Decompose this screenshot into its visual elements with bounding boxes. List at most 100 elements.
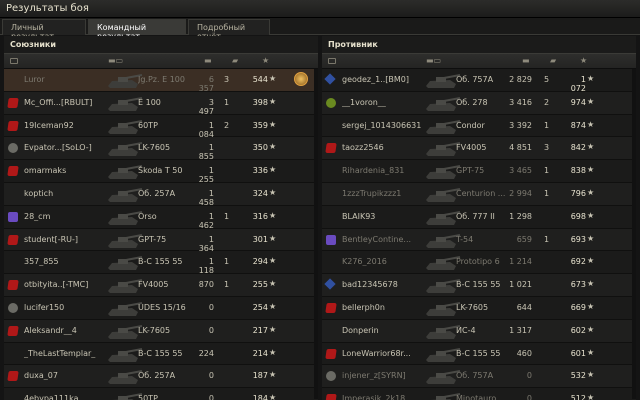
player-row[interactable]: BentleyContine... T-54 659 1 693 ★: [322, 228, 636, 252]
player-name: _TheLastTemplar_: [24, 348, 96, 358]
xp-star-icon: ★: [269, 279, 277, 289]
kills-column-icon[interactable]: ▰: [550, 56, 556, 65]
damage-column-icon[interactable]: ▬: [522, 56, 530, 65]
kills-value: 1: [544, 234, 550, 244]
squad-icon[interactable]: [10, 58, 18, 64]
damage-value: 0: [208, 371, 214, 381]
player-row[interactable]: bellerph0n LK-7605 644 669 ★: [322, 297, 636, 320]
player-row[interactable]: otbityita..[-TMC] FV4005 870 1 255 ★: [4, 274, 318, 297]
player-row[interactable]: Donperin ИС-4 1 317 602 ★: [322, 319, 636, 343]
player-name: 1zzzTrupikzzz1: [342, 188, 402, 198]
player-row[interactable]: sergej_1014306631 Condor 3 392 1 874 ★: [322, 115, 636, 138]
damage-value: 224: [198, 348, 214, 358]
clan-badge-icon: [8, 143, 18, 154]
damage-value: 1 317: [509, 325, 532, 335]
damage-value: 1 084: [198, 120, 214, 139]
player-row[interactable]: duxa_07 Об. 257А 0 187 ★: [4, 365, 318, 389]
xp-value: 842: [570, 143, 586, 153]
player-row[interactable]: BLAIK93 Об. 777 II 1 298 698 ★: [322, 206, 636, 229]
xp-star-icon: ★: [587, 119, 595, 129]
xp-star-icon: ★: [269, 324, 277, 334]
tank-name: E 100: [138, 97, 161, 107]
player-row[interactable]: koptich Об. 257А 1 458 324 ★: [4, 182, 318, 207]
tab-personal[interactable]: Личный результат: [2, 19, 86, 41]
player-row[interactable]: 4ebypa111ka 50TP 0 184 ★: [4, 388, 318, 400]
player-row[interactable]: Evpator...[SoLO-] LK-7605 1 855 350 ★: [4, 137, 318, 161]
tank-name: LK-7605: [138, 143, 171, 153]
enemies-column-header: ▬▭ ▬ ▰ ★: [322, 53, 636, 69]
xp-star-icon: ★: [269, 370, 277, 380]
enemies-scrollbar[interactable]: [632, 69, 636, 399]
player-row[interactable]: _TheLastTemplar_ B-C 155 55 224 214 ★: [4, 343, 318, 366]
clan-badge-icon: [325, 143, 337, 154]
player-row[interactable]: student[-RU-] GPT-75 1 364 301 ★: [4, 228, 318, 253]
xp-column-icon[interactable]: ★: [580, 56, 587, 65]
player-name: __1voron__: [342, 97, 386, 107]
player-row[interactable]: Imperasik_2k18 Minotauro 0 512 ★: [322, 388, 636, 400]
tank-name: Orso: [138, 211, 157, 221]
kills-value: 1: [224, 257, 230, 267]
kills-value: 1: [544, 120, 550, 130]
xp-star-icon: ★: [587, 347, 595, 357]
squad-icon[interactable]: [328, 58, 336, 64]
damage-value: 1 364: [198, 234, 214, 253]
xp-star-icon: ★: [587, 96, 595, 106]
player-row[interactable]: bad12345678 B-C 155 55 1 021 673 ★: [322, 274, 636, 297]
damage-value: 1 255: [198, 166, 214, 185]
player-row[interactable]: K276_2016 Prototipo 61 214 692 ★: [322, 251, 636, 275]
allies-scrollbar[interactable]: [314, 69, 318, 399]
player-row[interactable]: Mc_Offi...[RBULT] E 100 3 497 1 398 ★: [4, 91, 318, 116]
player-name: 28_cm: [24, 211, 51, 221]
kills-value: 3: [224, 75, 230, 84]
player-row[interactable]: 1zzzTrupikzzz1 Centurion ... 2 994 1 796 ★: [322, 182, 636, 206]
tank-column-icon[interactable]: ▬▭: [108, 56, 123, 65]
xp-value: 673: [570, 280, 586, 290]
player-name: Donperin: [342, 325, 379, 335]
tank-name: B-C 155 55: [138, 348, 183, 358]
clan-badge-icon: [7, 371, 19, 382]
xp-value: 874: [570, 120, 586, 130]
kills-value: 3: [544, 143, 550, 153]
clan-badge-icon: [7, 234, 19, 245]
player-row[interactable]: omarmaks Škoda T 50 1 255 336 ★: [4, 160, 318, 185]
clan-badge-icon: [7, 325, 19, 336]
xp-value: 692: [570, 257, 586, 267]
damage-column-icon[interactable]: ▬: [204, 56, 212, 65]
player-row[interactable]: lucifer150 UDES 15/16 0 254 ★: [4, 297, 318, 320]
damage-value: 3 465: [509, 166, 532, 176]
xp-value: 350: [252, 143, 268, 153]
medal-icon[interactable]: [294, 72, 308, 86]
player-row[interactable]: taozz2546 FV4005 4 851 3 842 ★: [322, 137, 636, 161]
player-row[interactable]: injener_z[SYRN] Об. 757А 0 532 ★: [322, 365, 636, 389]
player-row[interactable]: 19Iceman92 60TP 1 084 2 359 ★: [4, 115, 318, 139]
player-row[interactable]: Luror Jg.Pz. E 100 6 357 3 544 ★: [4, 69, 318, 93]
xp-value: 398: [252, 97, 268, 107]
xp-value: 187: [252, 371, 268, 381]
player-row[interactable]: __1voron__ Об. 278 3 416 2 974 ★: [322, 91, 636, 115]
xp-column-icon[interactable]: ★: [262, 56, 269, 65]
player-row[interactable]: Aleksandr__4 LK-7605 0 217 ★: [4, 319, 318, 343]
player-row[interactable]: Rihardenia_831 GPT-75 3 465 1 838 ★: [322, 160, 636, 183]
tank-column-icon[interactable]: ▬▭: [426, 56, 441, 65]
clan-badge-icon: [324, 278, 336, 290]
player-name: geodez_1..[BM0]: [342, 75, 409, 84]
tab-team[interactable]: Командный результат: [88, 19, 186, 41]
damage-value: 659: [516, 234, 532, 244]
xp-value: 693: [570, 234, 586, 244]
tab-details[interactable]: Подробный отчёт: [188, 19, 270, 41]
clan-badge-icon: [7, 280, 19, 291]
xp-value: 336: [252, 166, 268, 176]
xp-value: 532: [570, 371, 586, 381]
player-name: duxa_07: [24, 371, 58, 381]
player-name: 19Iceman92: [24, 120, 74, 130]
player-row[interactable]: geodez_1..[BM0] Об. 757А 2 829 5 1 072 ★: [322, 69, 636, 93]
kills-column-icon[interactable]: ▰: [232, 56, 238, 65]
xp-star-icon: ★: [587, 279, 595, 289]
player-row[interactable]: 28_cm Orso 1 462 1 316 ★: [4, 206, 318, 230]
player-row[interactable]: LoneWarrior68r... B-C 155 55 460 601 ★: [322, 343, 636, 366]
player-row[interactable]: 357_855 B-C 155 55 1 118 1 294 ★: [4, 251, 318, 275]
player-name: otbityita..[-TMC]: [24, 280, 89, 290]
kills-value: 5: [544, 75, 550, 84]
xp-star-icon: ★: [587, 142, 595, 152]
xp-value: 698: [570, 211, 586, 221]
